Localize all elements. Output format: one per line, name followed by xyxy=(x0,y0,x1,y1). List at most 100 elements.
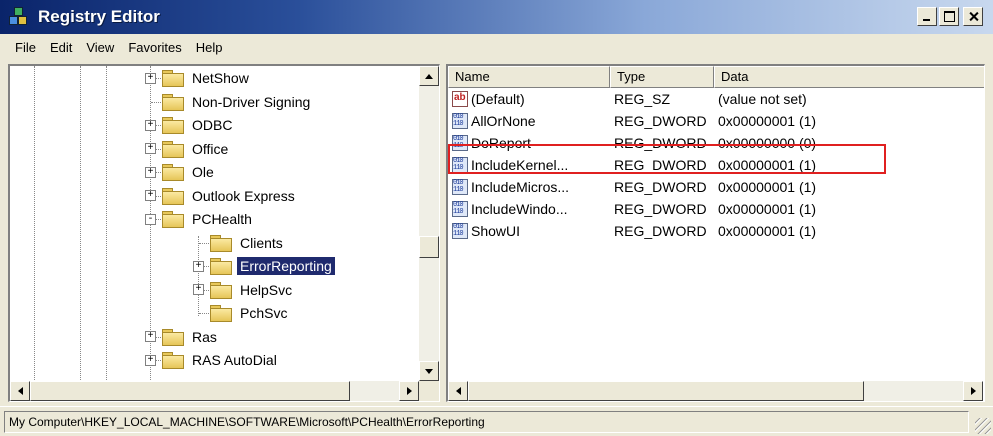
tree-item-label: PchSvc xyxy=(240,305,288,321)
expand-toggle[interactable]: + xyxy=(145,166,156,178)
tree-item[interactable]: + Outlook Express xyxy=(145,185,298,207)
list-header: Name Type Data xyxy=(448,66,984,88)
tree-scroll-left-button[interactable] xyxy=(10,381,30,401)
tree-item-label: HelpSvc xyxy=(240,281,293,298)
value-name: (Default) xyxy=(471,91,525,107)
maximize-button[interactable] xyxy=(939,7,959,26)
menu-file[interactable]: File xyxy=(8,40,43,55)
folder-icon xyxy=(162,140,184,158)
window-title: Registry Editor xyxy=(38,7,160,26)
tree-vertical-scrollbar[interactable] xyxy=(419,66,439,381)
list-row-includemicros[interactable]: IncludeMicros... REG_DWORD 0x00000001 (1) xyxy=(448,176,984,198)
expand-toggle[interactable]: + xyxy=(193,260,204,272)
folder-icon xyxy=(210,305,232,322)
close-button[interactable] xyxy=(963,7,983,26)
tree-item-label: PCHealth xyxy=(192,211,252,227)
minimize-button[interactable] xyxy=(917,7,937,26)
list-scroll-right-button[interactable] xyxy=(963,381,983,401)
scroll-right-icon xyxy=(406,387,412,395)
expand-toggle[interactable]: + xyxy=(145,72,156,84)
tree-item-label: ODBC xyxy=(192,117,233,133)
list-horizontal-scrollbar[interactable] xyxy=(448,381,983,401)
list-row-default[interactable]: (Default) REG_SZ (value not set) xyxy=(448,88,984,110)
expand-toggle[interactable]: + xyxy=(145,331,156,342)
title-bar[interactable]: Registry Editor xyxy=(0,0,993,34)
tree-item-label: RAS AutoDial xyxy=(192,352,277,368)
value-data-cell: 0x00000000 (0) xyxy=(718,135,817,151)
menu-favorites[interactable]: Favorites xyxy=(121,40,188,55)
value-type-cell: REG_SZ xyxy=(614,91,671,107)
tree-vertical-scroll-thumb[interactable] xyxy=(419,236,439,258)
tree-item[interactable]: PchSvc xyxy=(193,302,290,324)
value-type-cell: REG_DWORD xyxy=(614,157,707,173)
tree-item[interactable]: + RAS AutoDial xyxy=(145,349,280,371)
scroll-right-icon xyxy=(970,387,976,395)
tree-item-label: Ras xyxy=(192,328,217,345)
list-row-includewindo[interactable]: IncludeWindo... REG_DWORD 0x00000001 (1) xyxy=(448,198,984,220)
tree-horizontal-scroll-thumb[interactable] xyxy=(30,381,350,401)
menu-help[interactable]: Help xyxy=(189,40,230,55)
tree-item[interactable]: - PCHealth xyxy=(145,208,255,230)
tree-scroll-down-button[interactable] xyxy=(419,361,439,381)
menu-view[interactable]: View xyxy=(79,40,121,55)
tree-item[interactable]: + ODBC xyxy=(145,114,235,136)
folder-icon xyxy=(162,164,184,181)
value-name: DoReport xyxy=(471,135,531,151)
list-row-showui[interactable]: ShowUI REG_DWORD 0x00000001 (1) xyxy=(448,220,984,242)
tree-item[interactable]: + NetShow xyxy=(145,67,252,89)
tree-item[interactable]: + Ras xyxy=(145,326,220,348)
values-list-pane[interactable]: Name Type Data (Default) REG_SZ (value not… xyxy=(446,64,985,402)
dword-value-icon xyxy=(452,179,468,195)
expand-toggle[interactable]: + xyxy=(145,354,156,366)
key-tree-pane[interactable]: + NetShow Non-Driver Signing + ODBC + Office + O… xyxy=(8,64,440,402)
folder-icon xyxy=(162,211,184,228)
scroll-up-icon xyxy=(425,73,433,79)
tree-item[interactable]: Clients xyxy=(193,232,286,254)
value-data-cell: 0x00000001 (1) xyxy=(718,179,817,195)
value-data-cell: (value not set) xyxy=(718,91,807,107)
resize-grip-icon[interactable] xyxy=(975,418,991,434)
tree-item[interactable]: Non-Driver Signing xyxy=(145,91,313,113)
tree-scroll-corner xyxy=(419,381,439,401)
value-name: IncludeWindo... xyxy=(471,201,568,217)
expand-toggle[interactable]: + xyxy=(193,284,204,295)
folder-icon xyxy=(162,328,184,346)
folder-icon xyxy=(210,258,232,275)
folder-icon xyxy=(162,93,184,111)
dword-value-icon xyxy=(452,135,468,151)
dword-value-icon xyxy=(452,223,468,239)
tree-item-label: Clients xyxy=(240,234,283,251)
list-scroll-left-button[interactable] xyxy=(448,381,468,401)
tree-item-label: Non-Driver Signing xyxy=(192,93,311,110)
column-header-type[interactable]: Type xyxy=(610,66,714,88)
tree-horizontal-scrollbar[interactable] xyxy=(10,381,419,401)
list-horizontal-scroll-thumb[interactable] xyxy=(468,381,864,401)
expand-toggle[interactable]: + xyxy=(145,190,156,201)
dword-value-icon xyxy=(452,157,468,173)
scroll-down-icon xyxy=(425,368,433,374)
list-row-allornone[interactable]: AllOrNone REG_DWORD 0x00000001 (1) xyxy=(448,110,984,132)
tree-item[interactable]: + Office xyxy=(145,138,231,160)
tree-scroll-right-button[interactable] xyxy=(399,381,419,401)
expand-toggle[interactable]: + xyxy=(145,119,156,131)
list-row-includekernel[interactable]: IncludeKernel... REG_DWORD 0x00000001 (1) xyxy=(448,154,984,176)
column-header-data[interactable]: Data xyxy=(714,66,984,88)
menu-edit[interactable]: Edit xyxy=(43,40,79,55)
tree-item[interactable]: + ErrorReporting xyxy=(193,255,335,277)
expand-toggle[interactable]: + xyxy=(145,143,156,154)
value-type-cell: REG_DWORD xyxy=(614,113,707,129)
registry-editor-icon xyxy=(8,6,30,28)
tree-item-label: NetShow xyxy=(192,70,249,86)
collapse-toggle[interactable]: - xyxy=(145,213,156,225)
tree-scroll-up-button[interactable] xyxy=(419,66,439,86)
tree-item-label: Office xyxy=(192,140,229,157)
folder-icon xyxy=(210,234,232,252)
string-value-icon xyxy=(452,91,468,107)
tree-item[interactable]: + Ole xyxy=(145,161,217,183)
column-header-name[interactable]: Name xyxy=(448,66,610,88)
value-name-cell: ShowUI xyxy=(448,223,610,239)
list-row-doreport[interactable]: DoReport REG_DWORD 0x00000000 (0) xyxy=(448,132,984,154)
tree-item[interactable]: + HelpSvc xyxy=(193,279,295,301)
scroll-left-icon xyxy=(455,387,461,395)
value-data-cell: 0x00000001 (1) xyxy=(718,113,817,129)
